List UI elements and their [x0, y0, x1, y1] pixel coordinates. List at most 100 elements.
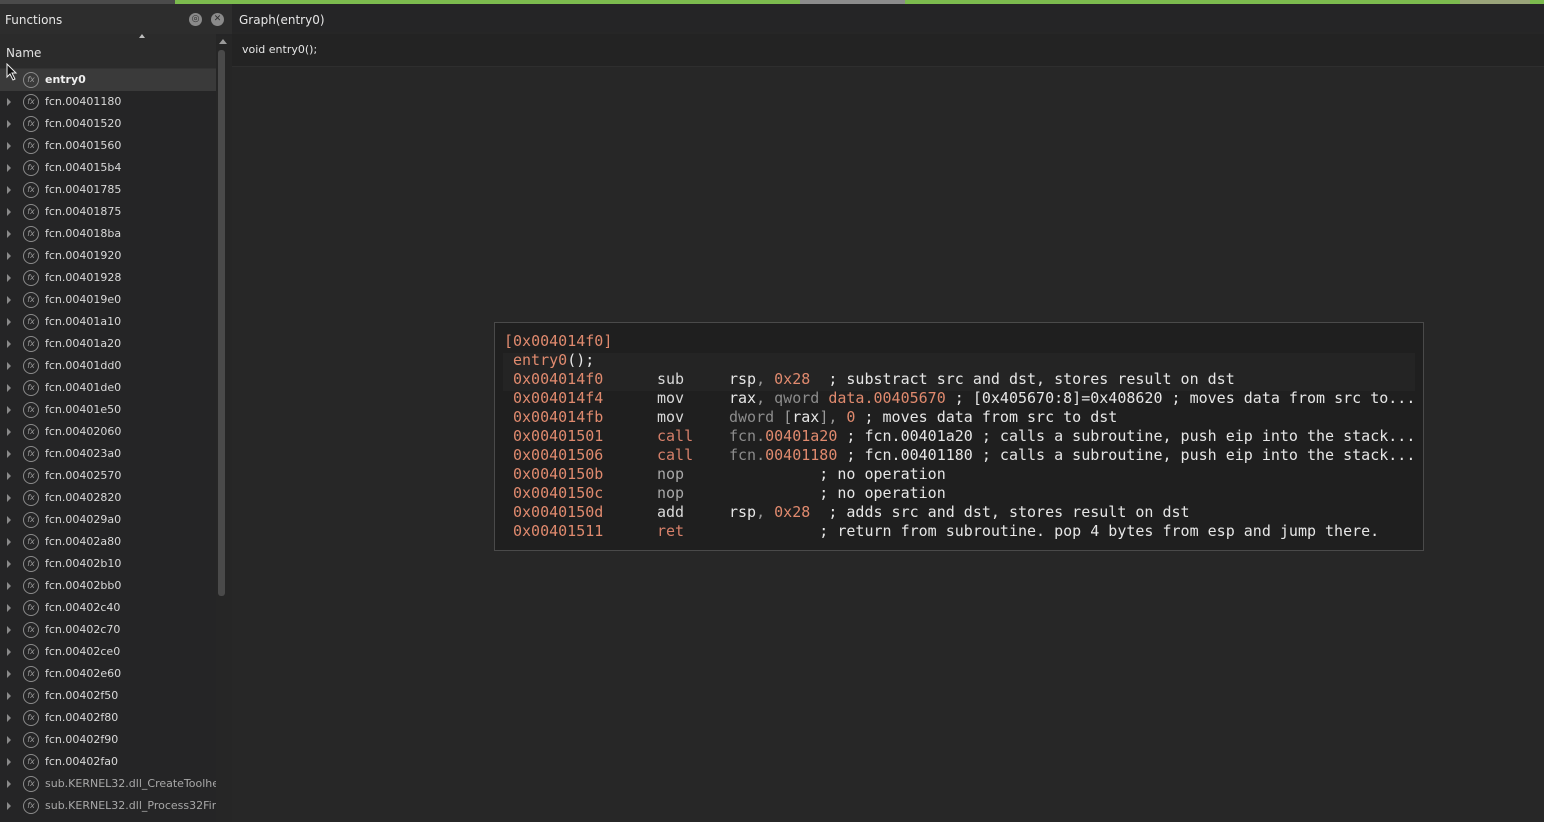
graph-tab[interactable]: Graph(entry0): [232, 4, 1544, 32]
function-list-item[interactable]: fx fcn.00402820: [0, 487, 216, 509]
function-label[interactable]: entry0: [513, 351, 567, 369]
function-list-item[interactable]: fx fcn.00402a80: [0, 531, 216, 553]
instruction-mnemonic[interactable]: call: [657, 446, 693, 465]
function-list-item[interactable]: fx fcn.004019e0: [0, 289, 216, 311]
expand-arrow-icon[interactable]: [7, 472, 11, 480]
expand-arrow-icon[interactable]: [7, 604, 11, 612]
operand-token[interactable]: data.00405670: [828, 389, 945, 407]
function-list-item[interactable]: fx fcn.00402f80: [0, 707, 216, 729]
expand-arrow-icon[interactable]: [7, 406, 11, 414]
expand-arrow-icon[interactable]: [7, 340, 11, 348]
expand-arrow-icon[interactable]: [7, 164, 11, 172]
expand-arrow-icon[interactable]: [7, 450, 11, 458]
expand-arrow-icon[interactable]: [7, 670, 11, 678]
expand-arrow-icon[interactable]: [7, 538, 11, 546]
function-list-item[interactable]: fx sub.KERNEL32.dll_CreateToolhel: [0, 773, 216, 795]
name-column-header[interactable]: Name: [0, 34, 216, 69]
scrollbar-thumb[interactable]: [218, 50, 225, 596]
expand-arrow-icon[interactable]: [7, 142, 11, 150]
instruction-operands[interactable]: rsp, 0x28 ; substract src and dst, store…: [729, 370, 1235, 389]
expand-arrow-icon[interactable]: [7, 98, 11, 106]
expand-arrow-icon[interactable]: [7, 560, 11, 568]
function-list-item[interactable]: fx fcn.00402f50: [0, 685, 216, 707]
instruction-operands[interactable]: fcn.00401180 ; fcn.00401180 ; calls a su…: [729, 446, 1415, 465]
instruction-address[interactable]: 0x004014f0: [513, 370, 603, 389]
expand-arrow-icon[interactable]: [7, 780, 11, 788]
function-list-item[interactable]: fx fcn.00401a10: [0, 311, 216, 333]
function-list-item[interactable]: fx fcn.00401dd0: [0, 355, 216, 377]
function-list-item[interactable]: fx fcn.00402b10: [0, 553, 216, 575]
function-list-item[interactable]: fx fcn.00401a20: [0, 333, 216, 355]
expand-arrow-icon[interactable]: [7, 714, 11, 722]
expand-arrow-icon[interactable]: [7, 626, 11, 634]
expand-arrow-icon[interactable]: [7, 208, 11, 216]
instruction-mnemonic[interactable]: call: [657, 427, 693, 446]
instruction-mnemonic[interactable]: mov: [657, 408, 684, 427]
instruction-address[interactable]: 0x004014fb: [513, 408, 603, 427]
expand-arrow-icon[interactable]: [7, 582, 11, 590]
expand-arrow-icon[interactable]: [7, 186, 11, 194]
instruction-mnemonic[interactable]: nop: [657, 484, 684, 503]
expand-arrow-icon[interactable]: [7, 802, 11, 810]
instruction-mnemonic[interactable]: sub: [657, 370, 684, 389]
instruction-address[interactable]: 0x00401511: [513, 522, 603, 541]
function-list-item[interactable]: fx fcn.00401520: [0, 113, 216, 135]
instruction-mnemonic[interactable]: mov: [657, 389, 684, 408]
expand-arrow-icon[interactable]: [7, 516, 11, 524]
instruction-operands[interactable]: rax, qword data.00405670 ; [0x405670:8]=…: [729, 389, 1415, 408]
expand-arrow-icon[interactable]: [7, 252, 11, 260]
function-list-item[interactable]: fx fcn.00402e60: [0, 663, 216, 685]
functions-list[interactable]: fx entry0 fx fcn.00401180 fx fcn.00401520 fx fc…: [0, 69, 216, 822]
instruction-mnemonic[interactable]: nop: [657, 465, 684, 484]
instruction-operands[interactable]: ; no operation: [729, 465, 945, 484]
function-list-item[interactable]: fx fcn.004015b4: [0, 157, 216, 179]
function-list-item[interactable]: fx fcn.004018ba: [0, 223, 216, 245]
expand-arrow-icon[interactable]: [7, 494, 11, 502]
instruction-address[interactable]: 0x004014f4: [513, 389, 603, 408]
function-list-item[interactable]: fx sub.KERNEL32.dll_Process32First: [0, 795, 216, 817]
function-list-item[interactable]: fx fcn.004023a0: [0, 443, 216, 465]
function-list-item[interactable]: fx fcn.00401180: [0, 91, 216, 113]
function-list-item[interactable]: fx fcn.00402ce0: [0, 641, 216, 663]
disassembly-block[interactable]: [0x004014f0] entry0(); 0x004014f0 sub rsp,…: [494, 322, 1424, 551]
function-list-item[interactable]: fx fcn.00401560: [0, 135, 216, 157]
function-list-item[interactable]: fx fcn.00401928: [0, 267, 216, 289]
function-list-item[interactable]: fx fcn.00402c70: [0, 619, 216, 641]
functions-scrollbar[interactable]: [216, 36, 232, 822]
function-list-item[interactable]: fx fcn.00401875: [0, 201, 216, 223]
instruction-operands[interactable]: ; no operation: [729, 484, 945, 503]
expand-arrow-icon[interactable]: [7, 296, 11, 304]
function-list-item[interactable]: fx fcn.00402570: [0, 465, 216, 487]
expand-arrow-icon[interactable]: [7, 428, 11, 436]
expand-arrow-icon[interactable]: [7, 648, 11, 656]
function-list-item[interactable]: fx fcn.00402bb0: [0, 575, 216, 597]
function-list-item[interactable]: fx fcn.00401de0: [0, 377, 216, 399]
instruction-operands[interactable]: fcn.00401a20 ; fcn.00401a20 ; calls a su…: [729, 427, 1415, 446]
function-list-item[interactable]: fx fcn.004029a0: [0, 509, 216, 531]
expand-arrow-icon[interactable]: [7, 736, 11, 744]
instruction-address[interactable]: 0x0040150b: [513, 465, 603, 484]
expand-arrow-icon[interactable]: [7, 120, 11, 128]
function-list-item[interactable]: fx fcn.00402c40: [0, 597, 216, 619]
expand-arrow-icon[interactable]: [7, 362, 11, 370]
instruction-address[interactable]: 0x0040150d: [513, 503, 603, 522]
instruction-mnemonic[interactable]: ret: [657, 522, 684, 541]
instruction-mnemonic[interactable]: add: [657, 503, 684, 522]
expand-arrow-icon[interactable]: [7, 384, 11, 392]
function-list-item[interactable]: fx fcn.00401e50: [0, 399, 216, 421]
expand-arrow-icon[interactable]: [7, 692, 11, 700]
instruction-operands[interactable]: dword [rax], 0 ; moves data from src to …: [729, 408, 1117, 427]
expand-arrow-icon[interactable]: [7, 318, 11, 326]
function-list-item[interactable]: fx fcn.00402fa0: [0, 751, 216, 773]
scroll-up-icon[interactable]: [219, 39, 227, 44]
expand-arrow-icon[interactable]: [7, 230, 11, 238]
function-list-item[interactable]: fx fcn.00401785: [0, 179, 216, 201]
instruction-operands[interactable]: rsp, 0x28 ; adds src and dst, stores res…: [729, 503, 1190, 522]
function-list-item[interactable]: fx fcn.00402060: [0, 421, 216, 443]
instruction-operands[interactable]: ; return from subroutine. pop 4 bytes fr…: [729, 522, 1379, 541]
operand-token[interactable]: 00401a20: [765, 427, 837, 445]
function-list-item[interactable]: fx fcn.00402f90: [0, 729, 216, 751]
expand-arrow-icon[interactable]: [7, 758, 11, 766]
function-list-item[interactable]: fx fcn.00401920: [0, 245, 216, 267]
instruction-address[interactable]: 0x0040150c: [513, 484, 603, 503]
